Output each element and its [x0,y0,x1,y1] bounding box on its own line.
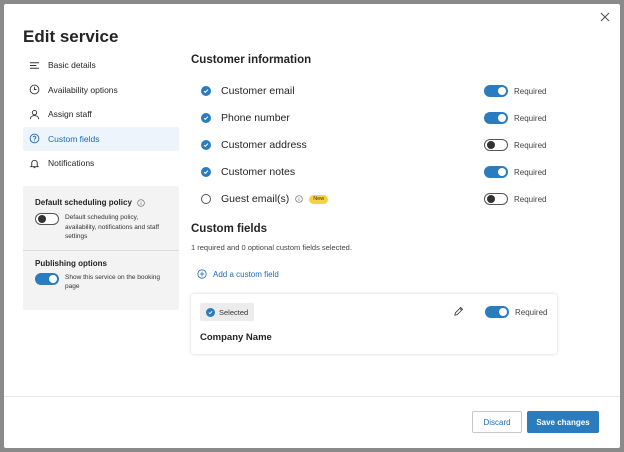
question-circle-icon [29,133,40,144]
required-control: Required [484,85,546,97]
required-toggle-customer-address[interactable] [484,139,508,151]
publishing-description: Show this service on the booking page [65,273,161,291]
nav-item-custom-fields[interactable]: Custom fields [23,126,179,151]
policy-title: Default scheduling policy [35,198,132,207]
customer-info-title: Customer information [191,54,312,66]
required-toggle-customer-email[interactable] [484,85,508,97]
required-toggle-company-name[interactable] [485,306,509,318]
person-icon [29,109,40,119]
nav-item-label: Custom fields [48,133,100,144]
dialog-title: Edit service [23,27,119,46]
field-row-customer-notes: Customer notes Required [201,162,561,182]
add-custom-field-label: Add a custom field [213,269,279,279]
bell-icon [29,159,40,168]
custom-fields-title: Custom fields [191,223,268,235]
required-toggle-guest-emails[interactable] [484,193,508,205]
nav-item-label: Assign staff [48,109,92,120]
publishing-toggle[interactable] [35,272,59,285]
info-icon[interactable] [295,195,303,203]
close-icon[interactable] [598,10,612,24]
toggle-knob [38,215,46,223]
field-label: Guest email(s) [221,193,290,205]
policy-panel: Default scheduling policy Default schedu… [23,186,179,310]
field-row-phone-number: Phone number Required [201,108,561,128]
toggle-knob [498,114,506,122]
nav-item-availability-options[interactable]: Availability options [23,78,179,102]
checkbox-customer-address[interactable] [201,140,211,150]
field-row-customer-email: Customer email Required [201,81,561,101]
field-label: Customer email [221,85,295,97]
custom-field-name: Company Name [200,332,272,343]
checkmark-icon [208,310,213,314]
required-label: Required [515,307,548,317]
add-circle-icon [197,269,207,279]
toggle-knob [49,274,57,283]
card-required-control: Required [485,306,547,318]
list-icon [29,61,40,69]
new-badge: New [309,194,329,204]
field-row-customer-address: Customer address Required [201,135,561,155]
nav-item-label: Notifications [48,158,95,169]
required-toggle-phone-number[interactable] [484,112,508,124]
checkbox-guest-emails[interactable] [201,194,211,204]
required-control: Required [484,193,546,205]
required-control: Required [484,112,546,124]
policy-toggle[interactable] [35,213,59,225]
toggle-knob [487,195,495,203]
checkmark-icon [203,170,209,175]
nav-item-basic-details[interactable]: Basic details [23,53,179,77]
nav-item-notifications[interactable]: Notifications [23,151,179,175]
checkbox-customer-notes[interactable] [201,167,211,177]
required-label: Required [514,140,547,150]
save-changes-button[interactable]: Save changes [527,411,599,433]
selected-chip[interactable]: Selected [200,303,255,321]
checkmark-icon [203,89,209,94]
selected-label: Selected [219,307,249,317]
required-label: Required [514,194,547,204]
checkmark-icon [203,143,209,148]
required-control: Required [484,139,546,151]
toggle-knob [499,308,507,316]
toggle-knob [498,87,506,95]
policy-heading: Default scheduling policy [35,198,179,207]
selected-check [206,307,215,317]
pencil-icon[interactable] [453,306,464,317]
checkbox-customer-email[interactable] [201,86,211,96]
toggle-knob [498,168,506,176]
add-custom-field-button[interactable]: Add a custom field [197,269,279,279]
discard-button[interactable]: Discard [472,411,522,433]
nav-item-assign-staff[interactable]: Assign staff [23,102,179,126]
field-label: Customer notes [221,166,296,178]
policy-description: Default scheduling policy, availability,… [65,214,160,240]
toggle-knob [487,141,495,149]
clock-icon [29,84,40,95]
nav-item-label: Availability options [48,84,118,95]
edit-service-dialog: Edit service Basic details Availability … [4,4,620,448]
required-label: Required [514,113,547,123]
custom-fields-summary: 1 required and 0 optional custom fields … [191,243,352,252]
field-label: Phone number [221,112,290,124]
nav-item-label: Basic details [48,60,96,70]
required-toggle-customer-notes[interactable] [484,166,508,178]
required-label: Required [514,167,547,177]
custom-field-card: Selected Required Company Name [191,294,557,354]
checkmark-icon [203,116,209,121]
field-row-guest-emails: Guest email(s) New Required [201,189,561,209]
required-label: Required [514,86,547,96]
field-label: Customer address [221,139,307,151]
publishing-title: Publishing options [35,258,107,268]
side-nav: Basic details Availability options Assig… [23,53,179,176]
required-control: Required [484,166,546,178]
footer-divider [4,396,620,397]
info-icon[interactable] [137,198,145,207]
checkbox-phone-number[interactable] [201,113,211,123]
